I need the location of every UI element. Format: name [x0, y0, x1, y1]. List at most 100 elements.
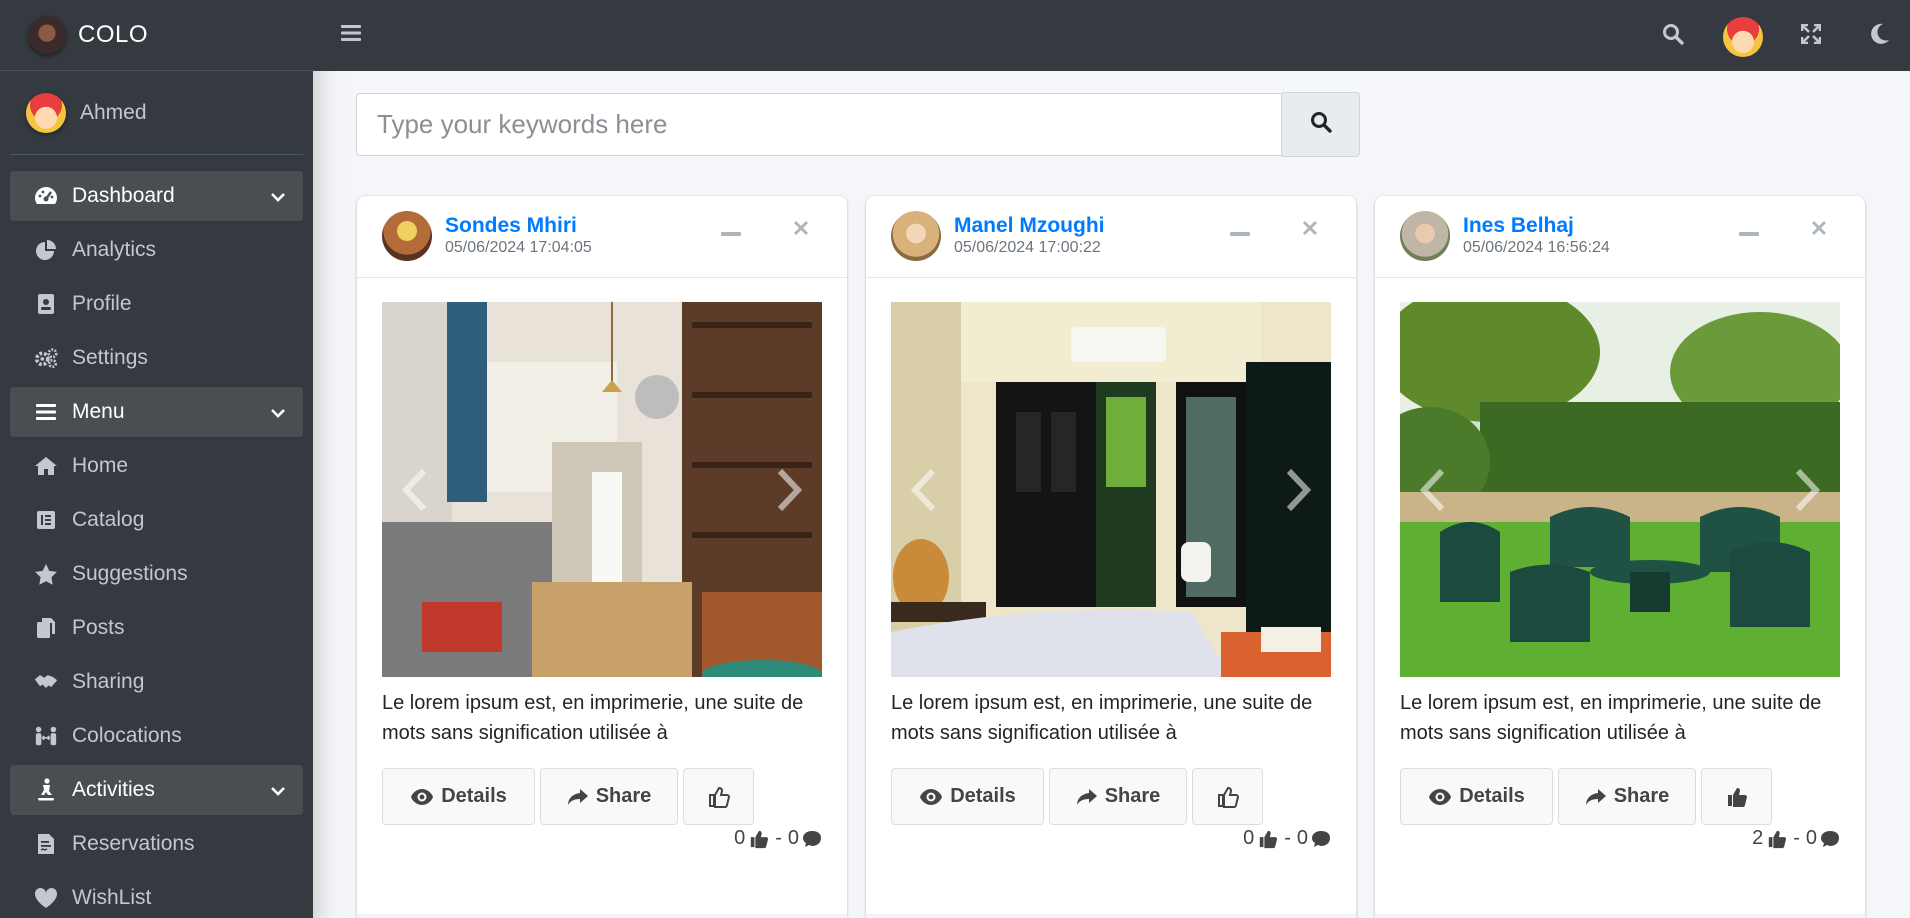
moon-icon[interactable]: [1870, 23, 1890, 50]
post-text: Le lorem ipsum est, en imprimerie, une s…: [382, 692, 804, 744]
post-actions: Details Share: [1400, 768, 1777, 825]
card-header: Sondes Mhiri 05/06/2024 17:04:05: [357, 196, 847, 278]
author-avatar: [382, 211, 432, 261]
details-button[interactable]: Details: [382, 768, 535, 825]
eye-icon: [1429, 788, 1452, 805]
sidebar-item-label: Activities: [72, 778, 155, 801]
sidebar-item-settings[interactable]: Settings: [10, 333, 303, 383]
sidebar-item-label: Colocations: [72, 724, 182, 747]
post-image-carousel[interactable]: [1400, 302, 1840, 677]
sidebar-item-catalog[interactable]: Catalog: [10, 495, 303, 545]
fullscreen-icon[interactable]: [1800, 23, 1822, 49]
garden-photo: [1400, 302, 1840, 677]
like-button[interactable]: [1701, 768, 1772, 825]
post-actions: Details Share: [382, 768, 759, 825]
sidebar-item-wishlist[interactable]: WishList: [10, 873, 303, 918]
post-date: 05/06/2024 17:00:22: [954, 239, 1101, 256]
hamburger-menu-icon[interactable]: [341, 24, 361, 47]
post-date: 05/06/2024 16:56:24: [1463, 239, 1610, 256]
stats-separator: -: [1284, 827, 1291, 849]
sidebar-item-dashboard[interactable]: Dashboard: [10, 171, 303, 221]
details-label: Details: [441, 785, 507, 807]
sidebar-item-colocations[interactable]: Colocations: [10, 711, 303, 761]
kitchen-photo: [382, 302, 822, 677]
brand-logo: [28, 16, 66, 54]
people-arrows-icon: [34, 724, 58, 748]
sidebar-item-label: WishList: [72, 886, 152, 909]
details-button[interactable]: Details: [891, 768, 1044, 825]
details-label: Details: [1459, 785, 1525, 807]
heart-icon: [34, 886, 58, 910]
post-actions: Details Share: [891, 768, 1268, 825]
author-name[interactable]: Sondes Mhiri: [445, 214, 577, 238]
post-date: 05/06/2024 17:04:05: [445, 239, 592, 256]
comments-count: 0: [787, 827, 799, 849]
chevron-right-icon[interactable]: [774, 467, 804, 513]
thumbs-up-icon: [1767, 829, 1787, 849]
search-icon[interactable]: [1662, 23, 1684, 50]
chevron-left-icon[interactable]: [909, 467, 939, 513]
sidebar-item-reservations[interactable]: Reservations: [10, 819, 303, 869]
share-button[interactable]: Share: [540, 768, 678, 825]
minus-icon[interactable]: [1739, 225, 1759, 243]
chevron-left-icon[interactable]: [400, 467, 430, 513]
file-contract-icon: [34, 832, 58, 856]
close-icon[interactable]: [793, 220, 809, 241]
author-name[interactable]: Ines Belhaj: [1463, 214, 1574, 238]
sidebar-nav: Dashboard Analytics Profile Settings Men…: [0, 155, 313, 918]
close-icon[interactable]: [1302, 220, 1318, 241]
like-button[interactable]: [683, 768, 754, 825]
post-image-carousel[interactable]: [382, 302, 822, 677]
close-icon[interactable]: [1811, 220, 1827, 241]
sidebar-item-label: Sharing: [72, 670, 145, 693]
brand-name: COLO: [78, 21, 149, 48]
author-name[interactable]: Manel Mzoughi: [954, 214, 1105, 238]
search-input[interactable]: [356, 93, 1282, 156]
post-image-carousel[interactable]: [891, 302, 1331, 677]
post-stats: 2 - 0: [1752, 827, 1840, 850]
sidebar-item-posts[interactable]: Posts: [10, 603, 303, 653]
sidebar-item-sharing[interactable]: Sharing: [10, 657, 303, 707]
thumbs-up-solid-icon: [1727, 787, 1747, 807]
user-avatar[interactable]: [1723, 17, 1763, 57]
user-panel[interactable]: Ahmed: [10, 71, 303, 155]
chevron-down-icon: [271, 778, 285, 802]
sidebar-item-menu[interactable]: Menu: [10, 387, 303, 437]
sidebar-item-home[interactable]: Home: [10, 441, 303, 491]
post-stats: 0 - 0: [1243, 827, 1331, 850]
sidebar-item-analytics[interactable]: Analytics: [10, 225, 303, 275]
minus-icon[interactable]: [1230, 225, 1250, 243]
brand-link[interactable]: COLO: [0, 0, 313, 71]
post-stats: 0 - 0: [734, 827, 822, 850]
thumbs-up-icon: [1258, 829, 1278, 849]
stats-separator: -: [1793, 827, 1800, 849]
chevron-left-icon[interactable]: [1418, 467, 1448, 513]
chevron-right-icon[interactable]: [1792, 467, 1822, 513]
share-button[interactable]: Share: [1049, 768, 1187, 825]
sidebar-item-profile[interactable]: Profile: [10, 279, 303, 329]
sidebar-item-activities[interactable]: Activities: [10, 765, 303, 815]
minus-icon[interactable]: [721, 225, 741, 243]
post-card: Ines Belhaj 05/06/2024 16:56:24 Le lorem…: [1375, 196, 1865, 918]
comment-icon: [1820, 830, 1840, 848]
search-icon: [1310, 111, 1332, 138]
share-button[interactable]: Share: [1558, 768, 1696, 825]
stats-separator: -: [775, 827, 782, 849]
comment-icon: [1311, 830, 1331, 848]
thumbs-up-icon: [749, 829, 769, 849]
user-avatar: [26, 92, 66, 133]
sidebar-item-suggestions[interactable]: Suggestions: [10, 549, 303, 599]
card-footer: [1375, 914, 1865, 918]
author-avatar: [891, 211, 941, 261]
share-label: Share: [595, 785, 652, 807]
card-header: Ines Belhaj 05/06/2024 16:56:24: [1375, 196, 1865, 278]
share-icon: [1585, 788, 1606, 805]
like-button[interactable]: [1192, 768, 1263, 825]
post-card: Manel Mzoughi 05/06/2024 17:00:22 Le lor…: [866, 196, 1356, 918]
eye-icon: [411, 788, 434, 805]
thumbs-up-outline-icon: [1217, 786, 1239, 808]
share-icon: [1076, 788, 1097, 805]
chevron-right-icon[interactable]: [1283, 467, 1313, 513]
details-button[interactable]: Details: [1400, 768, 1553, 825]
search-button[interactable]: [1282, 92, 1360, 157]
